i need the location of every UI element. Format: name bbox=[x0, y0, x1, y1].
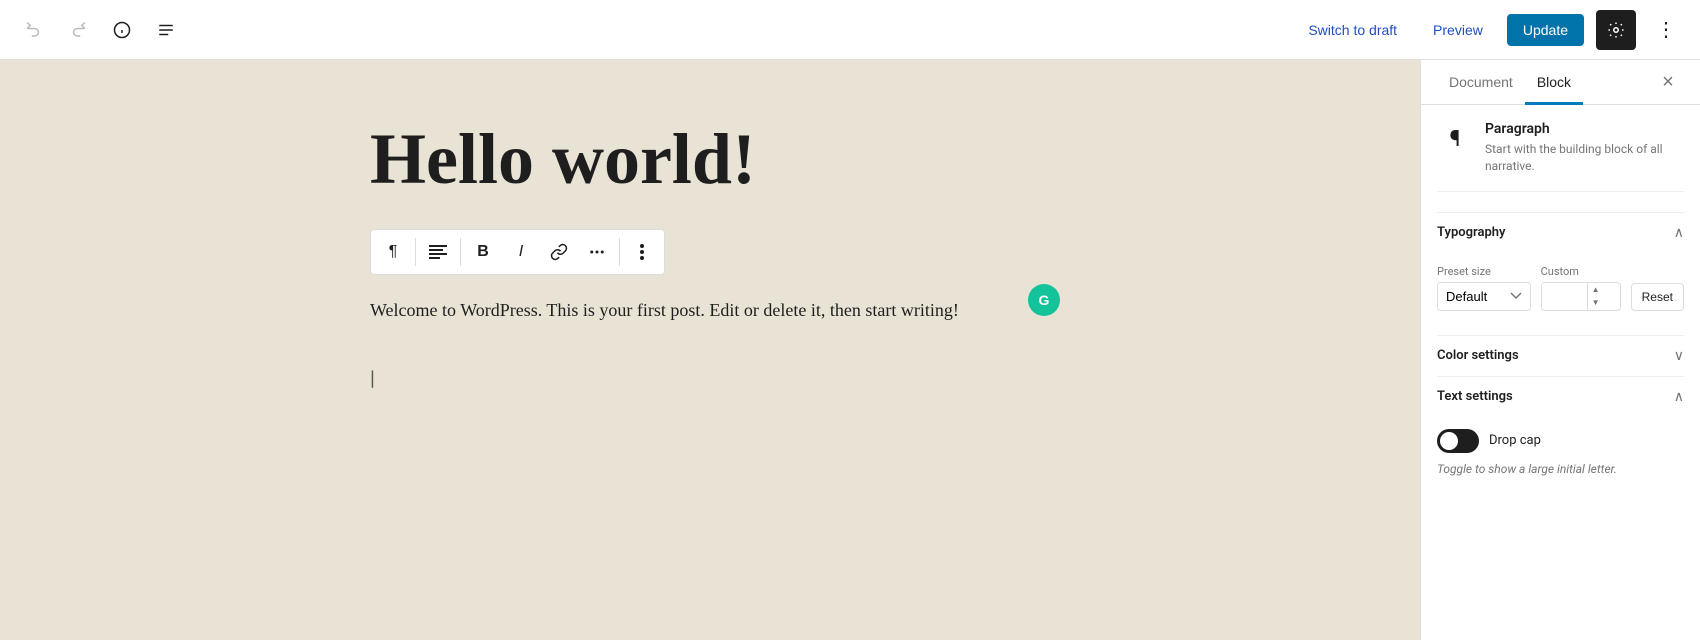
text-settings-section: Drop cap Toggle to show a large initial … bbox=[1437, 417, 1684, 490]
toolbar-divider-1 bbox=[415, 238, 416, 266]
grammarly-button[interactable]: G bbox=[1028, 284, 1060, 316]
block-description: Start with the building block of all nar… bbox=[1485, 141, 1684, 175]
drop-cap-label: Drop cap bbox=[1489, 433, 1541, 448]
typography-title: Typography bbox=[1437, 225, 1506, 240]
typography-section: Preset size DefaultSmallMediumLargeExtra… bbox=[1437, 253, 1684, 335]
preview-button[interactable]: Preview bbox=[1421, 16, 1495, 44]
preset-col: Preset size DefaultSmallMediumLargeExtra… bbox=[1437, 265, 1531, 311]
paragraph-format-button[interactable]: ¶ bbox=[375, 234, 411, 270]
drop-cap-row: Drop cap bbox=[1437, 429, 1684, 453]
tab-block[interactable]: Block bbox=[1525, 60, 1583, 105]
drop-cap-toggle[interactable] bbox=[1437, 429, 1479, 453]
tab-document[interactable]: Document bbox=[1437, 60, 1525, 105]
post-content[interactable]: Welcome to WordPress. This is your first… bbox=[370, 295, 1050, 326]
preset-size-select[interactable]: DefaultSmallMediumLargeExtra Large bbox=[1437, 282, 1531, 311]
text-settings-title: Text settings bbox=[1437, 389, 1513, 404]
switch-to-draft-button[interactable]: Switch to draft bbox=[1296, 16, 1409, 44]
redo-button[interactable] bbox=[60, 12, 96, 48]
update-button[interactable]: Update bbox=[1507, 14, 1584, 46]
block-info-text: Paragraph Start with the building block … bbox=[1485, 121, 1684, 175]
text-cursor: | bbox=[370, 366, 375, 390]
editor-content: Hello world! ¶ B I bbox=[370, 120, 1050, 400]
custom-input-wrap: ▲ ▼ bbox=[1541, 282, 1621, 311]
settings-button[interactable] bbox=[1596, 10, 1636, 50]
bold-button[interactable]: B bbox=[465, 234, 501, 270]
more-formatting-button[interactable] bbox=[579, 234, 615, 270]
sidebar-tabs: Document Block × bbox=[1421, 60, 1700, 105]
editor-canvas[interactable]: Hello world! ¶ B I bbox=[0, 60, 1420, 640]
toggle-knob bbox=[1440, 432, 1458, 450]
preset-label: Preset size bbox=[1437, 265, 1531, 278]
main-area: Hello world! ¶ B I bbox=[0, 60, 1700, 640]
block-info: ¶ Paragraph Start with the building bloc… bbox=[1437, 121, 1684, 192]
color-settings-toggle-icon: ∨ bbox=[1674, 348, 1684, 364]
color-settings-section-header[interactable]: Color settings ∨ bbox=[1437, 335, 1684, 376]
text-settings-toggle-icon: ∧ bbox=[1674, 389, 1684, 405]
preset-custom-row: Preset size DefaultSmallMediumLargeExtra… bbox=[1437, 265, 1684, 311]
formatting-toolbar: ¶ B I bbox=[370, 229, 665, 275]
right-sidebar: Document Block × ¶ Paragraph Start with … bbox=[1420, 60, 1700, 640]
block-name: Paragraph bbox=[1485, 121, 1684, 137]
custom-size-input[interactable] bbox=[1542, 283, 1587, 310]
sidebar-body: ¶ Paragraph Start with the building bloc… bbox=[1421, 105, 1700, 640]
more-options-button[interactable]: ⋮ bbox=[1648, 12, 1684, 48]
toolbar-right: Switch to draft Preview Update ⋮ bbox=[1296, 10, 1684, 50]
typography-toggle-icon: ∧ bbox=[1674, 225, 1684, 241]
spin-up-button[interactable]: ▲ bbox=[1588, 283, 1604, 297]
toolbar-divider-3 bbox=[619, 238, 620, 266]
undo-button[interactable] bbox=[16, 12, 52, 48]
sidebar-close-button[interactable]: × bbox=[1652, 66, 1684, 98]
toolbar-divider-2 bbox=[460, 238, 461, 266]
italic-button[interactable]: I bbox=[503, 234, 539, 270]
toolbar-left bbox=[16, 12, 184, 48]
custom-label: Custom bbox=[1541, 265, 1621, 278]
paragraph-icon: ¶ bbox=[389, 243, 398, 261]
custom-col: Custom ▲ ▼ bbox=[1541, 265, 1621, 311]
italic-icon: I bbox=[519, 243, 523, 261]
more-options-format-button[interactable] bbox=[624, 234, 660, 270]
text-settings-section-header[interactable]: Text settings ∧ bbox=[1437, 376, 1684, 417]
info-button[interactable] bbox=[104, 12, 140, 48]
block-paragraph-icon: ¶ bbox=[1437, 121, 1473, 157]
top-bar: Switch to draft Preview Update ⋮ bbox=[0, 0, 1700, 60]
align-button[interactable] bbox=[420, 234, 456, 270]
typography-section-header[interactable]: Typography ∧ bbox=[1437, 212, 1684, 253]
custom-spinner: ▲ ▼ bbox=[1587, 283, 1604, 310]
bold-icon: B bbox=[477, 243, 489, 261]
spin-down-button[interactable]: ▼ bbox=[1588, 296, 1604, 310]
color-settings-title: Color settings bbox=[1437, 348, 1519, 363]
link-button[interactable] bbox=[541, 234, 577, 270]
list-view-button[interactable] bbox=[148, 12, 184, 48]
cursor-area[interactable]: | bbox=[370, 356, 1050, 400]
drop-cap-note: Toggle to show a large initial letter. bbox=[1437, 461, 1684, 478]
post-title[interactable]: Hello world! bbox=[370, 120, 1050, 199]
reset-button[interactable]: Reset bbox=[1631, 283, 1684, 311]
